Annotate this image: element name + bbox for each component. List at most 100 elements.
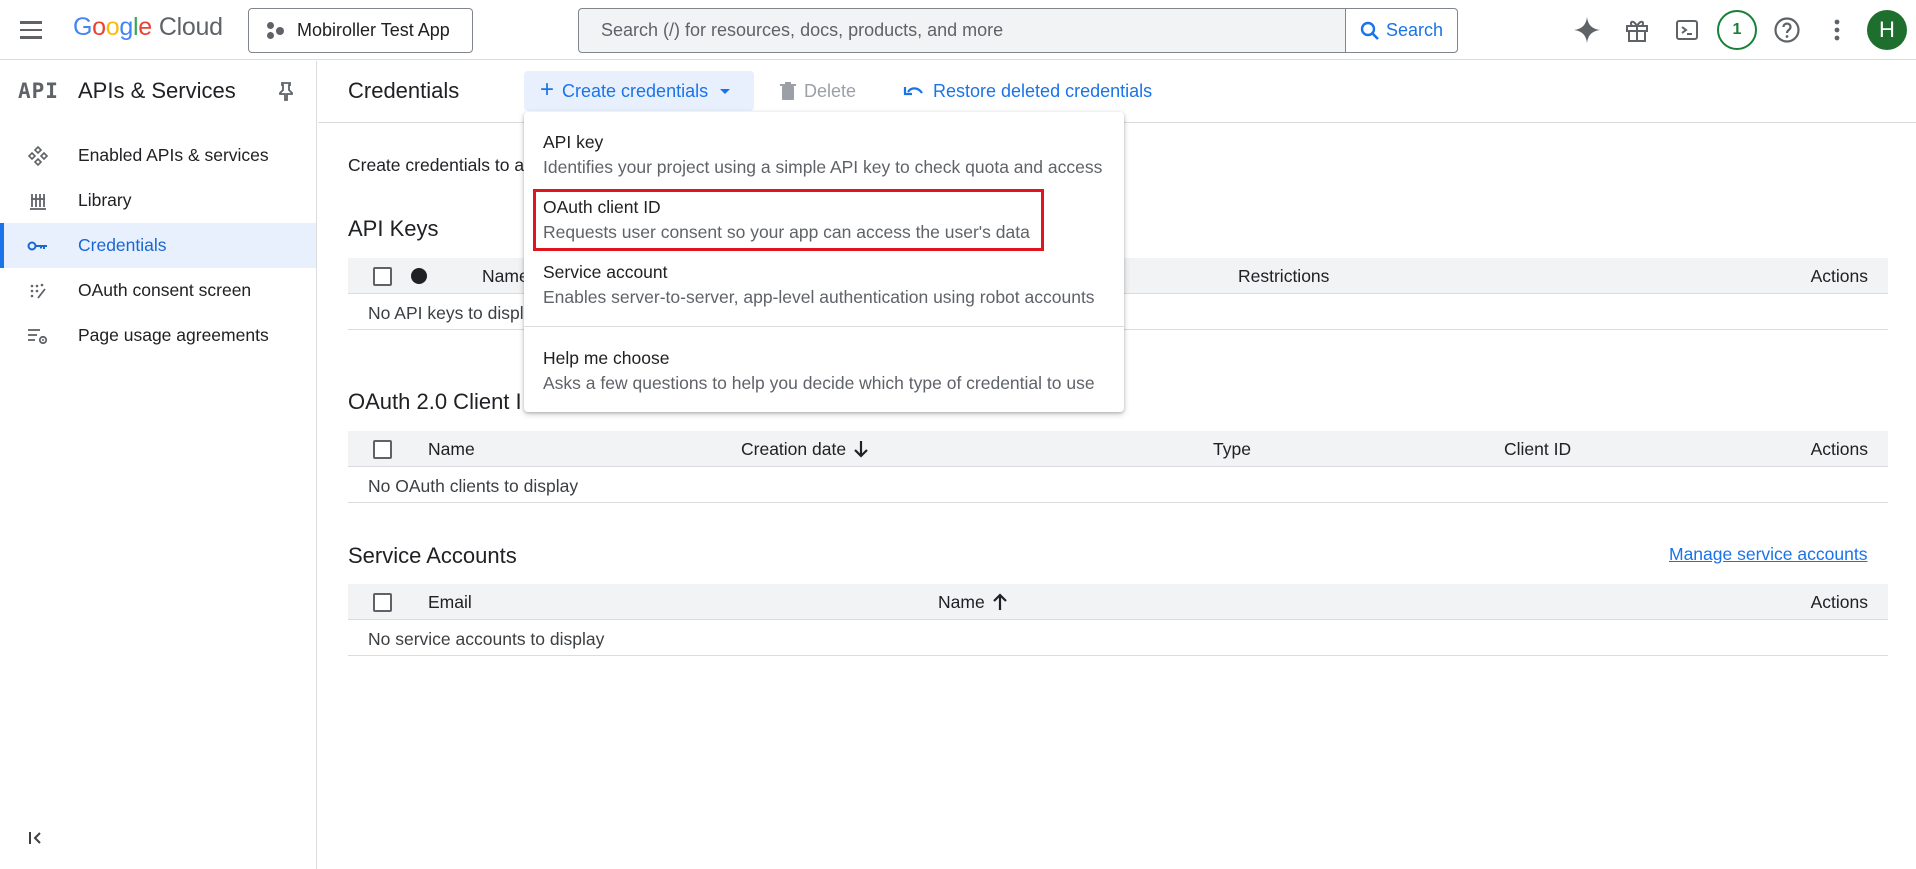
menu-item-title: Help me choose	[543, 348, 670, 368]
sidebar-item-enabled-apis[interactable]: Enabled APIs & services	[0, 133, 316, 178]
arrow-down-icon	[854, 441, 868, 458]
column-client-id[interactable]: Client ID	[1504, 439, 1571, 460]
cloud-shell-button[interactable]	[1667, 10, 1707, 50]
menu-item-api-key[interactable]: API key Identifies your project using a …	[524, 120, 1124, 180]
sidebar-item-label: Credentials	[78, 235, 167, 255]
notification-badge: 1	[1717, 10, 1757, 50]
collapse-icon	[29, 832, 41, 844]
table-row: No OAuth clients to display	[348, 467, 1888, 503]
create-credentials-button[interactable]: + Create credentials	[524, 71, 754, 111]
api-logo-icon: API	[18, 79, 59, 103]
account-button[interactable]: H	[1867, 10, 1907, 50]
help-icon	[1774, 17, 1800, 43]
main-menu-button[interactable]	[17, 16, 45, 44]
menu-item-description: Enables server-to-server, app-level auth…	[543, 287, 1095, 307]
terminal-icon	[1676, 20, 1698, 40]
collapse-sidebar-button[interactable]	[28, 830, 46, 851]
restore-label: Restore deleted credentials	[933, 80, 1153, 101]
project-icon	[265, 21, 285, 41]
pin-button[interactable]	[277, 81, 295, 106]
settings-list-icon	[27, 325, 49, 347]
column-name-label: Name	[938, 592, 985, 612]
plus-icon: +	[540, 76, 555, 103]
table-header: Email Name Actions	[348, 584, 1888, 620]
oauth-highlight-box	[533, 189, 1044, 251]
sidebar-item-label: OAuth consent screen	[78, 280, 252, 300]
project-name: Mobiroller Test App	[297, 20, 450, 40]
intro-text: Create credentials to a	[348, 155, 525, 175]
more-options-button[interactable]	[1817, 10, 1857, 50]
library-icon	[27, 190, 49, 212]
search-icon	[1360, 21, 1379, 40]
caret-down-icon	[720, 88, 731, 94]
sidebar-item-label: Page usage agreements	[78, 325, 269, 345]
create-credentials-menu: API key Identifies your project using a …	[524, 112, 1124, 412]
top-bar: Google Cloud Mobiroller Test App Search …	[0, 0, 1916, 60]
gemini-button[interactable]	[1567, 10, 1607, 50]
table-header: Name Creation date Type Client ID Action…	[348, 431, 1888, 467]
trash-icon	[780, 82, 796, 100]
select-all-checkbox[interactable]	[373, 440, 392, 459]
status-dot-icon	[411, 268, 427, 284]
oauth-icon	[27, 280, 49, 302]
project-picker-button[interactable]: Mobiroller Test App	[248, 8, 473, 53]
empty-message: No OAuth clients to display	[368, 476, 579, 496]
restore-deleted-button[interactable]: Restore deleted credentials	[903, 71, 1152, 111]
sidebar-item-oauth-consent[interactable]: OAuth consent screen	[0, 268, 316, 313]
sparkle-icon	[1574, 17, 1600, 43]
top-icons: 1 H	[1567, 10, 1907, 50]
api-keys-title: API Keys	[348, 216, 439, 241]
menu-item-service-account[interactable]: Service account Enables server-to-server…	[524, 250, 1124, 310]
sidebar-header: API APIs & Services	[0, 61, 316, 123]
undo-icon	[903, 87, 923, 96]
notifications-button[interactable]: 1	[1717, 10, 1757, 50]
column-creation-date[interactable]: Creation date	[741, 439, 868, 460]
menu-item-title: Service account	[543, 262, 668, 282]
help-button[interactable]	[1767, 10, 1807, 50]
menu-item-description: Asks a few questions to help you decide …	[543, 373, 1095, 393]
sidebar-nav: Enabled APIs & services Library Credenti…	[0, 133, 316, 358]
column-actions: Actions	[1810, 266, 1868, 286]
google-cloud-logo[interactable]: Google Cloud	[73, 13, 223, 42]
gift-icon	[1626, 20, 1648, 42]
oauth-clients-title: OAuth 2.0 Client I	[348, 389, 522, 414]
delete-label: Delete	[804, 80, 857, 101]
menu-item-title: API key	[543, 132, 604, 152]
column-name[interactable]: Name	[938, 592, 1007, 613]
more-vert-icon	[1834, 19, 1840, 41]
gift-button[interactable]	[1617, 10, 1657, 50]
page-title: Credentials	[348, 78, 460, 103]
select-all-checkbox[interactable]	[373, 267, 392, 286]
delete-button[interactable]: Delete	[780, 71, 856, 111]
empty-message: No service accounts to display	[368, 629, 605, 649]
column-creation-date-label: Creation date	[741, 439, 847, 459]
column-actions: Actions	[1810, 439, 1868, 459]
sidebar-item-credentials[interactable]: Credentials	[0, 223, 316, 268]
menu-divider	[524, 326, 1124, 327]
column-name[interactable]: Name	[482, 266, 529, 287]
column-type[interactable]: Type	[1213, 439, 1251, 460]
column-actions: Actions	[1810, 592, 1868, 612]
sidebar-item-library[interactable]: Library	[0, 178, 316, 223]
oauth-clients-table: Name Creation date Type Client ID Action…	[348, 431, 1888, 503]
menu-item-help-me-choose[interactable]: Help me choose Asks a few questions to h…	[524, 336, 1124, 396]
select-all-checkbox[interactable]	[373, 593, 392, 612]
sidebar-item-label: Library	[78, 190, 132, 210]
arrow-up-icon	[992, 593, 1007, 610]
column-name[interactable]: Name	[428, 439, 475, 460]
column-email[interactable]: Email	[428, 592, 472, 613]
create-credentials-label: Create credentials	[562, 80, 709, 101]
search-input[interactable]	[579, 9, 1345, 52]
table-row: No service accounts to display	[348, 620, 1888, 656]
manage-service-accounts-link[interactable]: Manage service accounts	[1669, 544, 1867, 565]
service-accounts-table: Email Name Actions No service accounts t…	[348, 584, 1888, 656]
pin-icon	[279, 82, 293, 101]
enabled-apis-icon	[27, 145, 49, 167]
google-logo-text: Google	[73, 13, 152, 41]
menu-icon	[20, 21, 42, 24]
search-button-label: Search	[1385, 20, 1444, 40]
search-button[interactable]: Search	[1345, 9, 1457, 52]
sidebar-item-page-usage[interactable]: Page usage agreements	[0, 313, 316, 358]
menu-item-description: Identifies your project using a simple A…	[543, 157, 1103, 177]
search-bar: Search	[578, 8, 1458, 53]
